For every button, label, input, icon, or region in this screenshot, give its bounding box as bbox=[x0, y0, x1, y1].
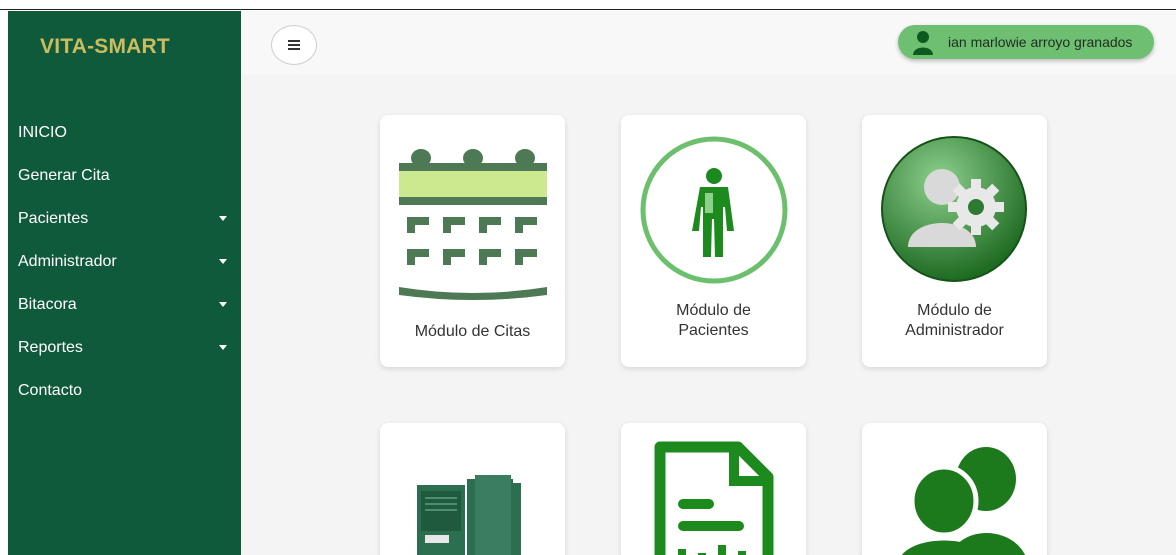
caret-down-icon bbox=[219, 345, 227, 350]
users-icon bbox=[902, 447, 1025, 555]
main-content: ian marlowie arroyo granados Módulo de C… bbox=[241, 11, 1176, 555]
sidebar-item-contacto[interactable]: Contacto bbox=[8, 369, 241, 412]
sidebar-item-label: Generar Cita bbox=[18, 166, 110, 184]
sidebar-item-label: Contacto bbox=[18, 381, 83, 399]
sidebar-item-inicio[interactable]: INICIO bbox=[8, 111, 241, 154]
sidebar-menu: INICIO Generar Cita Pacientes Administra… bbox=[8, 111, 241, 412]
module-title: Módulo de Citas bbox=[414, 323, 531, 340]
module-card-reportes[interactable] bbox=[621, 423, 806, 555]
sidebar: VITA-SMART INICIO Generar Cita Pacientes… bbox=[8, 11, 241, 555]
module-title-line2: Administrador bbox=[905, 322, 1004, 339]
calendar-icon bbox=[399, 149, 547, 300]
caret-down-icon bbox=[219, 216, 227, 221]
top-bar: ian marlowie arroyo granados bbox=[241, 11, 1176, 75]
module-card-usuarios[interactable] bbox=[862, 423, 1047, 555]
module-card-citas[interactable]: Módulo de Citas bbox=[380, 115, 565, 367]
sidebar-item-pacientes[interactable]: Pacientes bbox=[8, 197, 241, 240]
sidebar-item-bitacora[interactable]: Bitacora bbox=[8, 283, 241, 326]
caret-down-icon bbox=[219, 259, 227, 264]
user-profile-button[interactable]: ian marlowie arroyo granados bbox=[898, 25, 1154, 59]
sidebar-item-reportes[interactable]: Reportes bbox=[8, 326, 241, 369]
sidebar-item-label: Pacientes bbox=[18, 209, 89, 227]
hamburger-icon bbox=[288, 40, 300, 50]
patient-icon bbox=[640, 136, 788, 284]
module-title-line1: Módulo de bbox=[676, 302, 751, 319]
user-name: ian marlowie arroyo granados bbox=[948, 34, 1133, 50]
hamburger-menu-button[interactable] bbox=[271, 25, 317, 65]
admin-gear-icon bbox=[881, 136, 1027, 282]
sidebar-item-label: Bitacora bbox=[18, 295, 77, 313]
brand-logo[interactable]: VITA-SMART bbox=[40, 35, 170, 59]
report-document-icon bbox=[654, 441, 774, 555]
module-card-pacientes[interactable]: Módulo de Pacientes bbox=[621, 115, 806, 367]
user-icon bbox=[913, 31, 933, 55]
module-card-bitacora[interactable] bbox=[380, 423, 565, 555]
sidebar-item-label: INICIO bbox=[18, 123, 67, 141]
sidebar-item-administrador[interactable]: Administrador bbox=[8, 240, 241, 283]
module-card-administrador[interactable]: Módulo de Administrador bbox=[862, 115, 1047, 367]
module-title-line1: Módulo de bbox=[917, 302, 992, 319]
sidebar-item-label: Administrador bbox=[18, 252, 117, 270]
caret-down-icon bbox=[219, 302, 227, 307]
binder-icon bbox=[417, 475, 521, 555]
sidebar-item-generar-cita[interactable]: Generar Cita bbox=[8, 154, 241, 197]
window-top-edge bbox=[0, 0, 1176, 10]
sidebar-item-label: Reportes bbox=[18, 338, 83, 356]
module-title-line2: Pacientes bbox=[678, 322, 749, 339]
